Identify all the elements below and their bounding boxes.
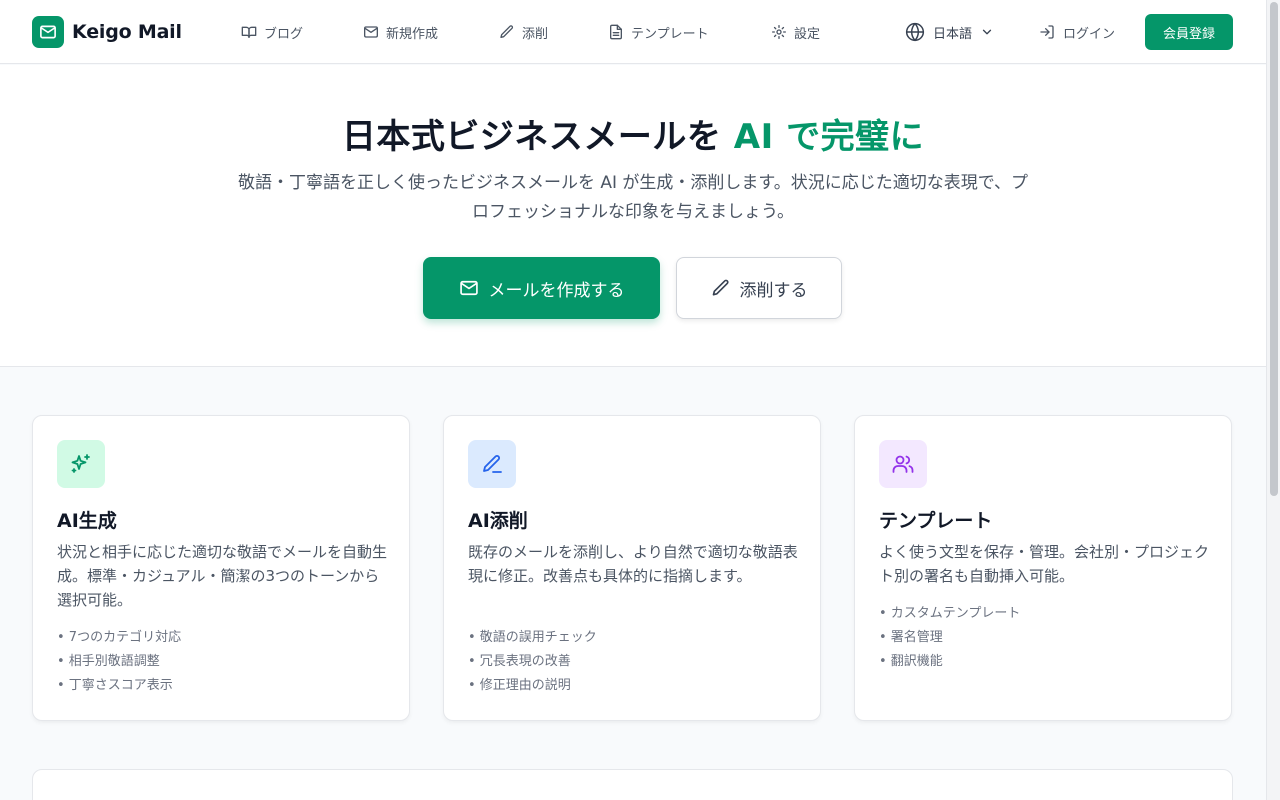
gear-icon: [772, 25, 786, 39]
card-feature-list: • 7つのカテゴリ対応 • 相手別敬語調整 • 丁寧さスコア表示: [57, 626, 181, 698]
document-icon: [610, 24, 622, 40]
list-item: • 修正理由の説明: [468, 678, 571, 693]
list-item: • 相手別敬語調整: [57, 654, 160, 669]
card-description: 状況と相手に応じた適切な敬語でメールを自動生成。標準・カジュアル・簡潔の3つのト…: [57, 543, 388, 609]
list-item: • 丁寧さスコア表示: [57, 678, 173, 693]
hero-title-main: 日本式ビジネスメールを: [341, 117, 734, 157]
hero-title: 日本式ビジネスメールを AI で完璧に: [0, 109, 1266, 158]
scrollbar-thumb[interactable]: [1270, 2, 1278, 496]
nav-templates-label: テンプレート: [631, 26, 709, 42]
mail-icon: [364, 26, 378, 38]
pen-line-icon: [468, 440, 516, 488]
mail-icon: [459, 280, 478, 296]
nav-blog-label: ブログ: [264, 26, 304, 42]
list-item: • 敬語の誤用チェック: [468, 630, 597, 645]
card-description: 既存のメールを添削し、より自然で適切な敬語表現に修正。改善点も具体的に指摘します…: [468, 543, 798, 585]
card-title: AI生成: [57, 510, 117, 532]
users-icon: [879, 440, 927, 488]
top-navbar: Keigo Mail ブログ 新規作成 添削 テンプレート 設定 日本語 ログイ…: [0, 0, 1266, 64]
feature-card-ai-generate: AI生成 状況と相手に応じた適切な敬語でメールを自動生成。標準・カジュアル・簡潔…: [32, 415, 410, 721]
nav-settings[interactable]: 設定: [771, 20, 820, 44]
hero-subtitle: 敬語・丁寧語を正しく使ったビジネスメールを AI が生成・添削します。状況に応じ…: [237, 173, 1029, 222]
login-label: ログイン: [1063, 26, 1116, 42]
language-selector[interactable]: 日本語: [905, 20, 994, 44]
list-item: • カスタムテンプレート: [879, 606, 1021, 621]
card-title: AI添削: [468, 510, 528, 532]
chevron-down-icon: [982, 29, 992, 35]
list-item: • 翻訳機能: [879, 654, 943, 669]
brand-name: Keigo Mail: [72, 21, 182, 43]
list-item: • 7つのカテゴリ対応: [57, 630, 182, 645]
login-icon: [1040, 25, 1054, 39]
nav-compose-label: 新規作成: [386, 26, 439, 42]
proofread-button[interactable]: 添削する: [676, 257, 842, 319]
book-icon: [241, 26, 257, 38]
hero-section: 日本式ビジネスメールを AI で完璧に 敬語・丁寧語を正しく使ったビジネスメール…: [0, 65, 1266, 367]
mail-logo-icon: [32, 16, 64, 48]
nav-blog[interactable]: ブログ: [241, 20, 303, 44]
pen-icon: [712, 279, 729, 296]
list-item: • 冗長表現の改善: [468, 654, 571, 669]
compose-email-label: メールを作成する: [488, 280, 625, 301]
nav-compose[interactable]: 新規作成: [363, 20, 438, 44]
sparkles-icon: [57, 440, 105, 488]
login-link[interactable]: ログイン: [1039, 20, 1115, 44]
card-feature-list: • 敬語の誤用チェック • 冗長表現の改善 • 修正理由の説明: [468, 626, 597, 698]
nav-settings-label: 設定: [794, 26, 821, 42]
compose-email-button[interactable]: メールを作成する: [423, 257, 660, 319]
nav-proofread-label: 添削: [522, 26, 549, 42]
proofread-label: 添削する: [739, 280, 808, 301]
globe-icon: [905, 22, 925, 42]
card-description: よく使う文型を保存・管理。会社別・プロジェクト別の署名も自動挿入可能。: [879, 543, 1210, 585]
signup-button[interactable]: 会員登録: [1145, 14, 1233, 50]
list-item: • 署名管理: [879, 630, 943, 645]
brand-link[interactable]: Keigo Mail: [32, 16, 182, 48]
bottom-section-panel: [32, 769, 1233, 800]
page-scrollbar[interactable]: [1266, 0, 1280, 800]
nav-templates[interactable]: テンプレート: [608, 20, 709, 44]
card-title: テンプレート: [879, 510, 993, 532]
language-label: 日本語: [933, 26, 973, 42]
pen-icon: [500, 25, 514, 38]
feature-card-templates: テンプレート よく使う文型を保存・管理。会社別・プロジェクト別の署名も自動挿入可…: [854, 415, 1232, 721]
feature-card-ai-proofread: AI添削 既存のメールを添削し、より自然で適切な敬語表現に修正。改善点も具体的に…: [443, 415, 821, 721]
card-feature-list: • カスタムテンプレート • 署名管理 • 翻訳機能: [879, 602, 1020, 674]
nav-proofread[interactable]: 添削: [499, 20, 548, 44]
hero-title-accent: AI で完璧に: [733, 117, 925, 157]
